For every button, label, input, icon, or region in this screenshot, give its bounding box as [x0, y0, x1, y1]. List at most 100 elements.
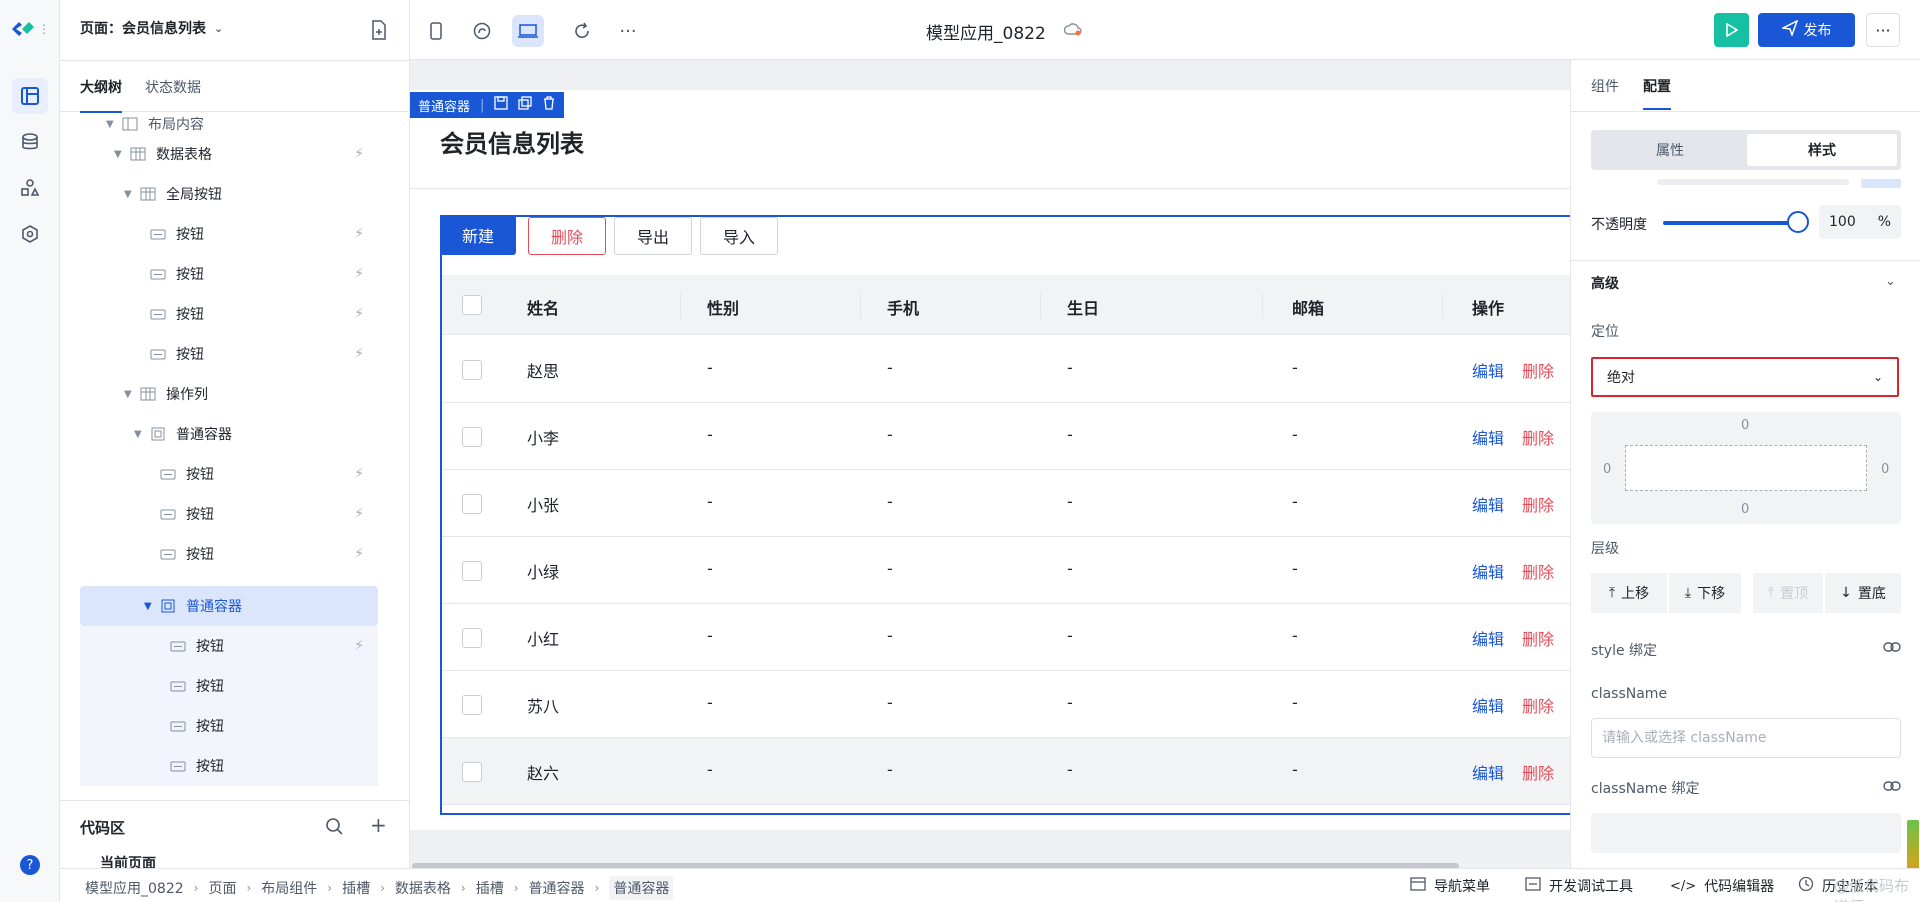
publish-button[interactable]: 发布 — [1758, 13, 1855, 47]
export-button[interactable]: 导出 — [614, 217, 692, 255]
offset-left[interactable]: 0 — [1603, 462, 1611, 477]
run-preview-button[interactable] — [1714, 13, 1749, 47]
row-delete-link[interactable]: 删除 — [1522, 358, 1554, 382]
row-edit-link[interactable]: 编辑 — [1472, 693, 1504, 717]
tab-state-data[interactable]: 状态数据 — [145, 77, 201, 97]
event-bolt-icon[interactable]: ⚡ — [354, 466, 364, 482]
offset-top[interactable]: 0 — [1741, 418, 1749, 433]
select-all-checkbox[interactable] — [462, 295, 482, 315]
more-menu-button[interactable]: ··· — [1866, 13, 1900, 47]
breadcrumb-item[interactable]: 数据表格 — [395, 878, 451, 898]
event-bolt-icon[interactable]: ⚡ — [354, 226, 364, 242]
more-horizontal-icon[interactable]: ··· — [612, 15, 644, 47]
link-icon[interactable] — [1883, 641, 1901, 657]
row-delete-link[interactable]: 删除 — [1522, 492, 1554, 516]
event-bolt-icon[interactable]: ⚡ — [354, 306, 364, 322]
segment-style[interactable]: 样式 — [1747, 134, 1897, 166]
table-row[interactable]: 苏八 - - - - 编辑 删除 — [442, 671, 1570, 738]
table-row[interactable]: 小张 - - - - 编辑 删除 — [442, 470, 1570, 537]
breadcrumb-item-current[interactable]: 普通容器 — [609, 876, 674, 900]
opacity-slider-track[interactable] — [1663, 221, 1799, 225]
new-button[interactable]: 新建 — [440, 215, 516, 255]
page-selector[interactable]: 页面：会员信息列表 ⌄ — [80, 18, 223, 38]
event-bolt-icon[interactable]: ⚡ — [354, 146, 364, 162]
tree-node[interactable]: 按钮 ⚡ — [80, 334, 378, 374]
breadcrumb-item[interactable]: 模型应用_0822 — [85, 878, 184, 898]
save-icon[interactable] — [494, 96, 509, 114]
row-checkbox[interactable] — [462, 628, 482, 648]
breadcrumb-item[interactable]: 布局组件 — [261, 878, 317, 898]
opacity-input[interactable]: 100 % — [1819, 205, 1901, 239]
tree-node-selected[interactable]: ▼ 普通容器 — [80, 586, 378, 626]
mobile-view-icon[interactable] — [420, 15, 452, 47]
settings-icon[interactable] — [12, 216, 48, 252]
advanced-section-title[interactable]: 高级 — [1591, 273, 1619, 293]
search-icon[interactable] — [325, 817, 343, 839]
breadcrumb-item[interactable]: 普通容器 — [529, 878, 585, 898]
table-row[interactable]: 小绿 - - - - 编辑 删除 — [442, 537, 1570, 604]
row-edit-link[interactable]: 编辑 — [1472, 425, 1504, 449]
offset-bottom[interactable]: 0 — [1741, 502, 1749, 517]
tree-node[interactable]: 按钮 ⚡ — [80, 214, 378, 254]
row-checkbox[interactable] — [462, 494, 482, 514]
move-up-button[interactable]: ⤒ 上移 — [1591, 573, 1667, 613]
tree-node[interactable]: 按钮 ⚡ — [80, 626, 378, 666]
logo-icon[interactable]: ⋮ — [10, 16, 50, 42]
tree-node[interactable]: 按钮 — [80, 666, 378, 706]
add-icon[interactable]: + — [370, 813, 387, 837]
position-select[interactable]: 绝对 ⌄ — [1591, 357, 1899, 397]
breadcrumb-item[interactable]: 页面 — [208, 878, 236, 898]
event-bolt-icon[interactable]: ⚡ — [354, 346, 364, 362]
code-editor-button[interactable]: </> 代码编辑器 — [1670, 876, 1774, 896]
tab-components[interactable]: 组件 — [1591, 76, 1619, 96]
refresh-icon[interactable] — [566, 15, 598, 47]
tree-node[interactable]: 按钮 ⚡ — [80, 454, 378, 494]
table-row[interactable]: 小李 - - - - 编辑 删除 — [442, 403, 1570, 470]
nav-menu-button[interactable]: 导航菜单 — [1410, 876, 1490, 896]
row-delete-link[interactable]: 删除 — [1522, 760, 1554, 784]
add-page-icon[interactable] — [370, 20, 388, 44]
chevron-down-icon[interactable]: ⌄ — [1885, 274, 1896, 289]
table-row[interactable]: 赵思 - - - - 编辑 删除 — [442, 336, 1570, 403]
classname-bind-input[interactable] — [1591, 813, 1901, 853]
row-edit-link[interactable]: 编辑 — [1472, 559, 1504, 583]
trash-icon[interactable] — [542, 96, 556, 114]
row-delete-link[interactable]: 删除 — [1522, 559, 1554, 583]
breadcrumb-item[interactable]: 插槽 — [476, 878, 504, 898]
row-checkbox[interactable] — [462, 360, 482, 380]
offset-right[interactable]: 0 — [1881, 462, 1889, 477]
row-checkbox[interactable] — [462, 695, 482, 715]
event-bolt-icon[interactable]: ⚡ — [354, 266, 364, 282]
row-delete-link[interactable]: 删除 — [1522, 693, 1554, 717]
tree-node[interactable]: ▼ 操作列 — [80, 374, 378, 414]
move-down-button[interactable]: ⤓ 下移 — [1669, 573, 1741, 613]
event-bolt-icon[interactable]: ⚡ — [354, 506, 364, 522]
tree-node[interactable]: ▼ 普通容器 — [80, 414, 378, 454]
row-checkbox[interactable] — [462, 561, 482, 581]
delete-button[interactable]: 删除 — [528, 217, 606, 255]
outline-nav-icon[interactable] — [12, 78, 48, 114]
breadcrumb-item[interactable]: 插槽 — [342, 878, 370, 898]
bring-to-top-button[interactable]: ⤒ 置顶 — [1753, 573, 1823, 613]
event-bolt-icon[interactable]: ⚡ — [354, 546, 364, 562]
copy-icon[interactable] — [518, 96, 533, 114]
desktop-view-icon[interactable] — [512, 15, 544, 47]
row-checkbox[interactable] — [462, 427, 482, 447]
dev-tools-button[interactable]: 开发调试工具 — [1525, 876, 1633, 896]
tree-node[interactable]: 按钮 ⚡ — [80, 294, 378, 334]
segment-properties[interactable]: 属性 — [1595, 134, 1745, 166]
tree-node[interactable]: 按钮 ⚡ — [80, 534, 378, 574]
tree-node[interactable]: 按钮 — [80, 746, 378, 786]
link-icon[interactable] — [1883, 780, 1901, 796]
row-checkbox[interactable] — [462, 762, 482, 782]
send-to-bottom-button[interactable]: ↓ 置底 — [1825, 573, 1901, 613]
row-delete-link[interactable]: 删除 — [1522, 425, 1554, 449]
tab-config[interactable]: 配置 — [1643, 76, 1671, 110]
opacity-slider-handle[interactable] — [1787, 211, 1809, 233]
tree-node[interactable]: ▼ 全局按钮 — [80, 174, 378, 214]
tab-outline-tree[interactable]: 大纲树 — [80, 77, 122, 113]
import-button[interactable]: 导入 — [700, 217, 778, 255]
tree-node[interactable]: 按钮 ⚡ — [80, 254, 378, 294]
row-edit-link[interactable]: 编辑 — [1472, 626, 1504, 650]
classname-input[interactable] — [1591, 718, 1901, 758]
